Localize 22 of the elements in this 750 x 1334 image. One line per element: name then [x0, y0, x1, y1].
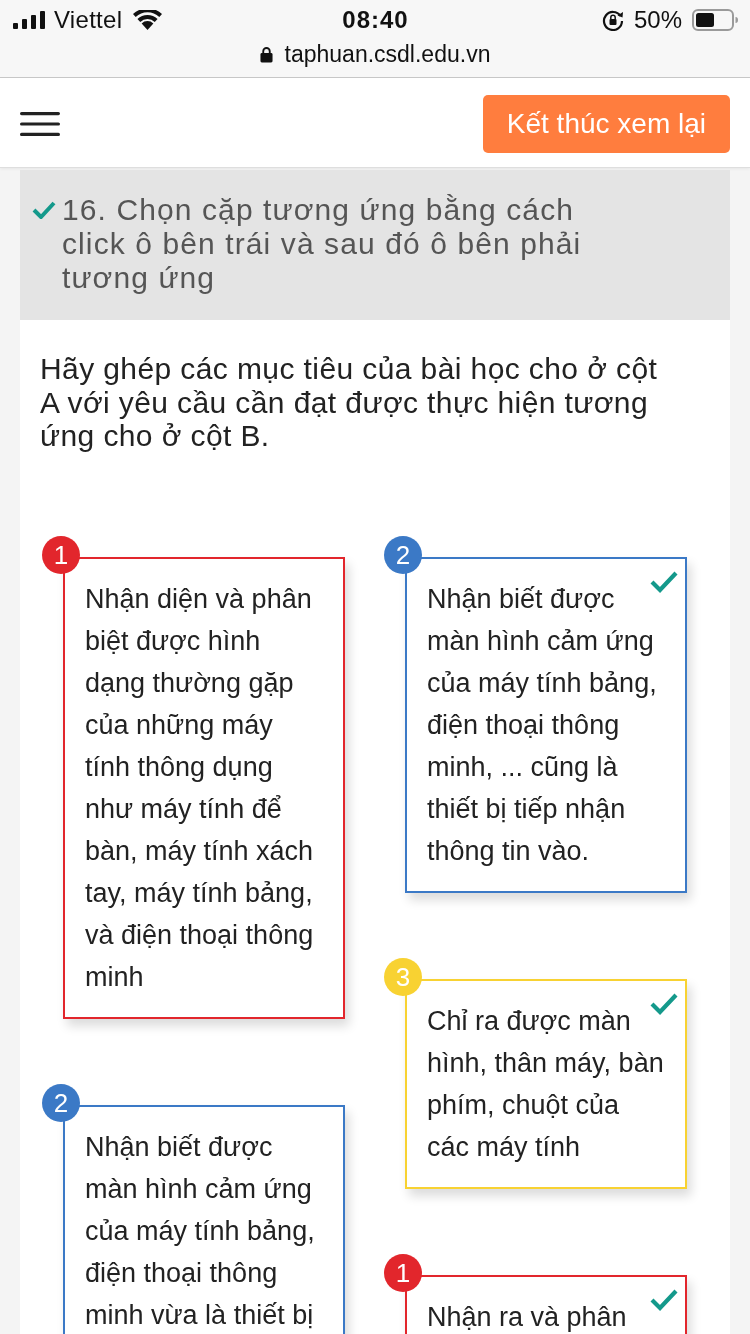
card-text: Nhận ra và phân: [427, 1300, 628, 1334]
menu-icon[interactable]: [20, 112, 60, 136]
number-badge: 2: [384, 535, 422, 574]
wifi-icon: [133, 10, 163, 30]
battery-percent: 50%: [633, 6, 682, 34]
question-title: 16. Chọn cặp tương ứng bằng cách click ô bên trái và sau đó ô bên phải tương ứng: [62, 193, 583, 295]
card-text: Chỉ ra được màn hình, thân máy, bàn phím, chuột của các máy tính: [427, 1004, 665, 1164]
question-prompt: Hãy ghép các mục tiêu của bài học cho ở cột A với yêu cầu cần đạt được thực hiện tương ứng cho ở cột B.: [40, 352, 659, 453]
card-text: Nhận biết được màn hình cảm ứng của máy tính bảng, điện thoại thông minh, ... cũng là thiết bị tiếp nhận thông tin vào.: [427, 582, 658, 868]
rotation-lock-icon: [601, 9, 624, 31]
card-text: Nhận diện và phân biệt được hình dạng thường gặp của những máy tính thông dụng như máy tính để bàn, máy tính xách tay, máy tính bảng, và điện thoại thông minh: [85, 582, 315, 994]
clock-time: 08:40: [342, 6, 409, 34]
battery-icon: [692, 9, 738, 31]
number-badge: 2: [42, 1083, 80, 1122]
card-text: Nhận biết được màn hình cảm ứng của máy tính bảng, điện thoại thông minh vừa là thiết bị: [85, 1130, 316, 1332]
url-text[interactable]: taphuan.csdl.edu.vn: [284, 40, 491, 68]
lock-icon: [259, 45, 273, 63]
signal-icon: [13, 11, 45, 29]
number-badge: 1: [42, 535, 80, 574]
carrier-name: Viettel: [54, 6, 123, 34]
number-badge: 1: [384, 1253, 422, 1292]
number-badge: 3: [384, 957, 422, 996]
